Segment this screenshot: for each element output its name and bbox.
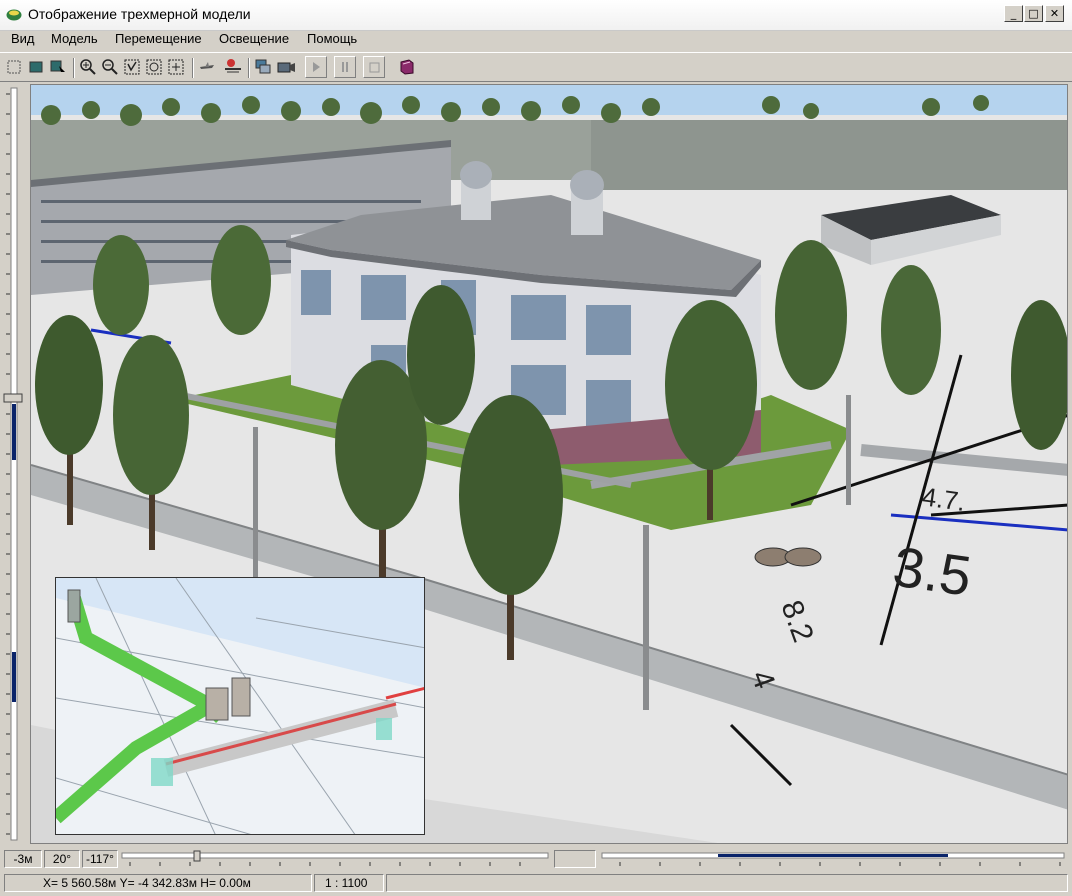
blank-readout [554,850,596,868]
select-rect-icon[interactable] [5,58,23,76]
zoom-window-icon[interactable] [123,58,141,76]
menu-bar: Вид Модель Перемещение Освещение Помощь [0,30,1072,50]
menu-navigation[interactable]: Перемещение [115,31,202,46]
map-label-large: 3.5 [889,534,975,607]
3d-viewport[interactable]: 3.5 4.7. 8.2 4 [30,84,1068,844]
zoom-vertical-slider[interactable] [0,84,28,846]
app-icon [6,9,22,21]
scale-readout: 1 : 1100 [314,874,384,892]
menu-lighting[interactable]: Освещение [219,31,289,46]
copy-view-icon[interactable] [254,58,272,76]
heading-slider[interactable] [120,850,550,868]
coordinate-status-bar: X= 5 560.58м Y= -4 342.83м H= 0.00м 1 : … [0,872,1072,894]
coordinate-readout: X= 5 560.58м Y= -4 342.83м H= 0.00м [4,874,312,892]
select-fill-icon[interactable] [27,58,45,76]
close-button[interactable]: ✕ [1045,5,1064,22]
inset-render [56,578,424,834]
pause-icon[interactable] [334,56,356,78]
help-book-icon[interactable] [398,58,416,76]
tilt-readout: 20° [44,850,80,868]
toolbar [0,52,1072,82]
status-message-area [386,874,1068,892]
stop-icon[interactable] [363,56,385,78]
navigation-status-bar: -3м 20° -117° [0,848,1072,870]
pipeline-inset-view[interactable] [55,577,425,835]
zoom-in-icon[interactable] [79,58,97,76]
tilt-slider[interactable] [600,850,1066,868]
heading-readout: -117° [82,850,118,868]
title-bar: Отображение трехмерной модели _ □ ✕ [0,0,1072,31]
minimize-button[interactable]: _ [1004,5,1023,22]
menu-model[interactable]: Модель [51,31,98,46]
zoom-fit-icon[interactable] [167,58,185,76]
walk-icon[interactable] [222,58,241,76]
fly-icon[interactable] [198,58,216,76]
height-readout: -3м [4,850,42,868]
map-label-elevation: 4.7. [920,481,967,517]
select-cursor-icon[interactable] [49,58,67,76]
window-title: Отображение трехмерной модели [28,6,251,22]
menu-view[interactable]: Вид [11,31,35,46]
camera-icon[interactable] [276,58,295,76]
zoom-slider-track[interactable] [0,84,28,846]
zoom-out-icon[interactable] [101,58,119,76]
zoom-extents-icon[interactable] [145,58,163,76]
maximize-button[interactable]: □ [1024,5,1043,22]
play-icon[interactable] [305,56,327,78]
menu-help[interactable]: Помощь [307,31,357,46]
